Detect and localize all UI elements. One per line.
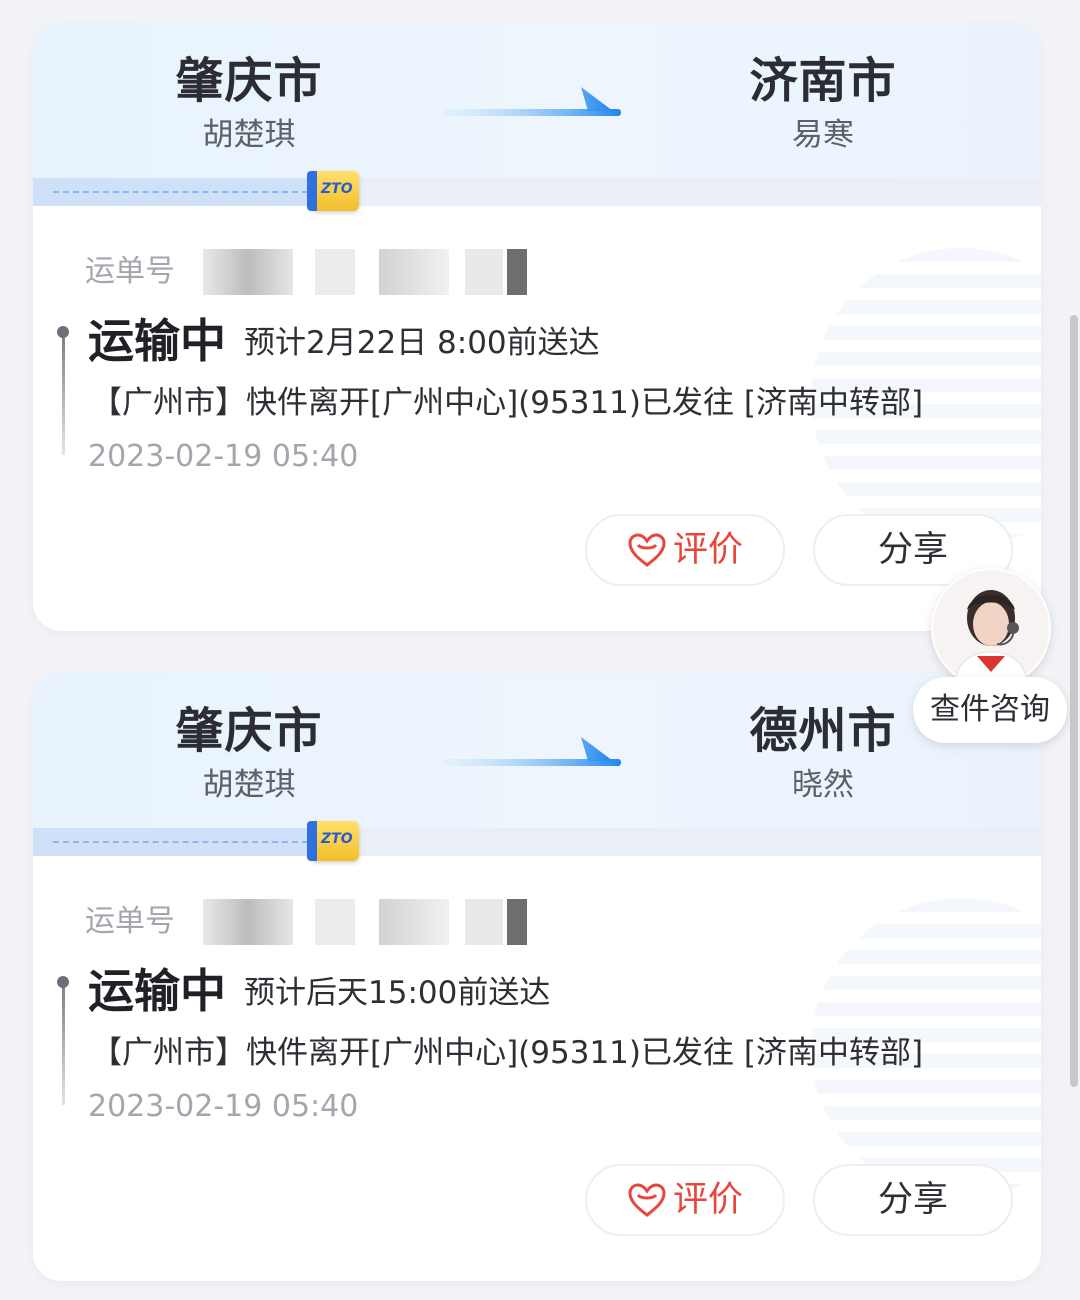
route-header: 肇庆市 胡楚琪 德州市 晓然 ZTO <box>33 673 1041 861</box>
recipient-name: 易寒 <box>792 117 854 153</box>
tracking-detail: 【广州市】快件离开[广州中心](95311)已发往 [济南中转部] <box>91 1035 924 1071</box>
timeline-dot <box>57 326 69 338</box>
shipment-card[interactable]: 肇庆市 胡楚琪 济南市 易寒 ZTO 运单号 运输中 预计2月22日 8:00前… <box>33 23 1041 631</box>
support-button[interactable]: 查件咨询 <box>913 677 1067 743</box>
redacted-number <box>315 249 355 295</box>
scrollbar[interactable] <box>1070 315 1078 1087</box>
waybill-row: 运单号 <box>85 899 527 945</box>
support-label: 查件咨询 <box>930 692 1050 727</box>
tracking-time: 2023-02-19 05:40 <box>88 1089 359 1124</box>
arrow-right-icon <box>443 87 621 116</box>
waybill-label: 运单号 <box>85 254 175 289</box>
sender-name: 胡楚琪 <box>202 767 296 803</box>
redacted-number <box>507 899 527 945</box>
waybill-label: 运单号 <box>85 904 175 939</box>
zto-box-icon: ZTO <box>307 171 359 211</box>
shipment-card[interactable]: 肇庆市 胡楚琪 德州市 晓然 ZTO 运单号 运输中 预计后天15:00前送达 … <box>33 673 1041 1281</box>
redacted-number <box>379 899 449 945</box>
redacted-number <box>465 899 503 945</box>
carrier-logo: ZTO <box>321 831 353 847</box>
sender-name: 胡楚琪 <box>202 117 296 153</box>
timeline-line <box>62 335 65 455</box>
rate-button[interactable]: 评价 <box>585 514 785 586</box>
rate-button[interactable]: 评价 <box>585 1164 785 1236</box>
redacted-number <box>315 899 355 945</box>
recipient-name: 晓然 <box>792 767 854 803</box>
zto-box-icon: ZTO <box>307 821 359 861</box>
redacted-number <box>203 899 293 945</box>
redacted-number <box>507 249 527 295</box>
redacted-number <box>465 249 503 295</box>
waybill-row: 运单号 <box>85 249 527 295</box>
recipient-city: 济南市 <box>749 53 897 109</box>
rate-label: 评价 <box>672 1180 743 1220</box>
share-label: 分享 <box>877 1180 948 1220</box>
shipment-status: 运输中 <box>88 314 226 368</box>
sender-city: 肇庆市 <box>175 703 323 759</box>
flower-heart-icon <box>628 1183 666 1217</box>
support-agent-avatar[interactable] <box>931 568 1051 688</box>
sender-block: 肇庆市 胡楚琪 <box>119 701 379 807</box>
agent-avatar-icon <box>933 570 1049 688</box>
eta-text: 预计后天15:00前送达 <box>244 975 551 1011</box>
arrow-right-icon <box>443 737 621 766</box>
redacted-number <box>379 249 449 295</box>
share-button[interactable]: 分享 <box>813 1164 1013 1236</box>
redacted-number <box>203 249 293 295</box>
recipient-block: 济南市 易寒 <box>693 51 953 157</box>
shipment-status: 运输中 <box>88 964 226 1018</box>
timeline-dot <box>57 976 69 988</box>
sender-city: 肇庆市 <box>175 53 323 109</box>
tracking-time: 2023-02-19 05:40 <box>88 439 359 474</box>
progress-dash <box>53 841 318 843</box>
timeline-line <box>62 985 65 1105</box>
tracking-detail: 【广州市】快件离开[广州中心](95311)已发往 [济南中转部] <box>91 385 924 421</box>
route-header: 肇庆市 胡楚琪 济南市 易寒 ZTO <box>33 23 1041 211</box>
flower-heart-icon <box>628 533 666 567</box>
rate-label: 评价 <box>672 530 743 570</box>
carrier-logo: ZTO <box>321 181 353 197</box>
progress-dash <box>53 191 318 193</box>
sender-block: 肇庆市 胡楚琪 <box>119 51 379 157</box>
share-label: 分享 <box>877 530 948 570</box>
eta-text: 预计2月22日 8:00前送达 <box>244 325 600 361</box>
